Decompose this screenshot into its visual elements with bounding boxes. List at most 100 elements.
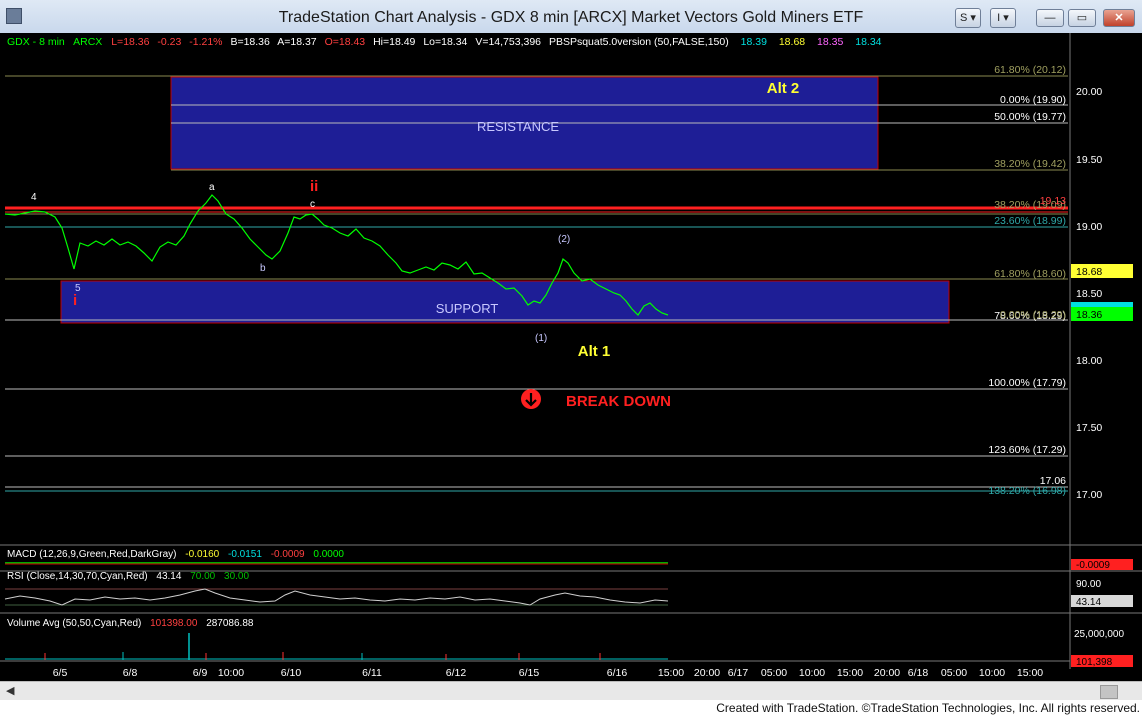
time-axis-label: 15:00 bbox=[837, 667, 863, 679]
macd-value-3: -0.0009 bbox=[271, 549, 305, 560]
rsi-axis-marker-label: 43.14 bbox=[1076, 597, 1101, 608]
study-value-2: 18.68 bbox=[779, 36, 805, 48]
volume-axis-label: 25,000,000 bbox=[1074, 629, 1124, 640]
time-axis-label: 20:00 bbox=[874, 667, 900, 679]
study-value-3: 18.35 bbox=[817, 36, 843, 48]
rsi-value-1: 43.14 bbox=[156, 571, 181, 582]
fib-label: 0.00% (19.90) bbox=[1000, 94, 1066, 106]
time-axis-label: 6/9 bbox=[193, 667, 208, 679]
price-axis-label: 17.00 bbox=[1076, 489, 1102, 501]
time-axis-label: 15:00 bbox=[658, 667, 684, 679]
macd-value-4: 0.0000 bbox=[313, 549, 344, 560]
time-axis-label: 10:00 bbox=[799, 667, 825, 679]
high-value: Hi=18.49 bbox=[373, 36, 415, 48]
price-axis-label: 18.50 bbox=[1076, 288, 1102, 300]
time-axis-label: 20:00 bbox=[694, 667, 720, 679]
time-axis-label: 6/18 bbox=[908, 667, 929, 679]
price-axis-label: 19.50 bbox=[1076, 154, 1102, 166]
wave-label-4: 4 bbox=[31, 192, 37, 203]
price-marker-lower-label: 18.36 bbox=[1076, 309, 1102, 321]
time-axis-label: 15:00 bbox=[1017, 667, 1043, 679]
wave-label-ii: ii bbox=[310, 178, 318, 195]
price-axis-label: 20.00 bbox=[1076, 86, 1102, 98]
time-axis-label: 6/5 bbox=[53, 667, 68, 679]
breakdown-arrow-icon bbox=[521, 389, 541, 409]
fib-label: 50.00% (19.77) bbox=[994, 111, 1066, 123]
macd-header: MACD (12,26,9,Green,Red,DarkGray) -0.016… bbox=[7, 549, 344, 560]
low-value: Lo=18.34 bbox=[423, 36, 467, 48]
rsi-series bbox=[4, 588, 669, 606]
price-mark-label: 17.06 bbox=[1040, 475, 1066, 487]
time-axis-label: 05:00 bbox=[761, 667, 787, 679]
wave-label-a: a bbox=[209, 182, 215, 193]
price-mark-label: 19.13 bbox=[1040, 195, 1066, 207]
study-label: PBSPsquat5.0version (50,FALSE,150) bbox=[549, 36, 729, 48]
wave-label-b: b bbox=[260, 263, 266, 274]
price-axis: 20.00 19.50 19.00 18.50 18.00 17.50 17.0… bbox=[1076, 86, 1102, 501]
footer-credit: Created with TradeStation. ©TradeStation… bbox=[716, 701, 1140, 715]
fib-label: 100.00% (17.79) bbox=[988, 377, 1066, 389]
volume-value-2: 287086.88 bbox=[206, 618, 254, 629]
symbol-label: GDX - 8 min bbox=[7, 36, 65, 48]
volume-value-1: 101398.00 bbox=[150, 618, 198, 629]
rsi-axis-label: 90.00 bbox=[1076, 579, 1101, 590]
volume-axis-marker-label: 101,398 bbox=[1076, 657, 1113, 668]
time-axis-label: 6/15 bbox=[519, 667, 540, 679]
wave-label-1: (1) bbox=[535, 333, 547, 344]
fib-label: 123.60% (17.29) bbox=[988, 444, 1066, 456]
volume-value: V=14,753,396 bbox=[475, 36, 541, 48]
fib-label: 61.80% (20.12) bbox=[994, 64, 1066, 76]
symbol-link-s-button[interactable]: S ▾ bbox=[955, 8, 981, 28]
change-value: -0.23 bbox=[157, 36, 181, 48]
fib-label: 0.00% (18.29) bbox=[1000, 309, 1066, 321]
fib-labels: 61.80% (20.12) 0.00% (19.90) 50.00% (19.… bbox=[988, 64, 1066, 497]
price-axis-label: 17.50 bbox=[1076, 422, 1102, 434]
macd-axis-marker-label: -0.0009 bbox=[1076, 560, 1110, 571]
horizontal-scrollbar[interactable]: ◀ bbox=[0, 681, 1142, 700]
wave-label-c: c bbox=[310, 199, 315, 210]
price-axis-label: 19.00 bbox=[1076, 221, 1102, 233]
alt2-label: Alt 2 bbox=[767, 80, 800, 97]
maximize-icon[interactable]: ▭ bbox=[1068, 9, 1096, 27]
volume-bars bbox=[5, 633, 668, 660]
chart-svg[interactable]: GDX - 8 min ARCX L=18.36 -0.23 -1.21% B=… bbox=[0, 33, 1142, 681]
time-axis: 6/5 6/8 6/9 10:00 6/10 6/11 6/12 6/15 6/… bbox=[53, 667, 1044, 679]
last-price: L=18.36 bbox=[111, 36, 149, 48]
rsi-value-3: 30.00 bbox=[224, 571, 249, 582]
open-value: O=18.43 bbox=[325, 36, 366, 48]
time-axis-label: 6/16 bbox=[607, 667, 628, 679]
time-axis-label: 10:00 bbox=[218, 667, 244, 679]
macd-value-2: -0.0151 bbox=[228, 549, 262, 560]
study-value-1: 18.39 bbox=[741, 36, 767, 48]
rsi-value-2: 70.00 bbox=[190, 571, 215, 582]
rsi-label: RSI (Close,14,30,70,Cyan,Red) bbox=[7, 571, 148, 582]
macd-value-1: -0.0160 bbox=[185, 549, 219, 560]
support-label: SUPPORT bbox=[436, 301, 499, 316]
header-info: GDX - 8 min ARCX L=18.36 -0.23 -1.21% B=… bbox=[7, 36, 882, 48]
time-axis-label: 6/8 bbox=[123, 667, 138, 679]
rsi-header: RSI (Close,14,30,70,Cyan,Red) 43.14 70.0… bbox=[7, 571, 249, 582]
price-marker-upper-label: 18.68 bbox=[1076, 266, 1102, 278]
exchange-label: ARCX bbox=[73, 36, 102, 48]
wave-label-i: i bbox=[73, 292, 77, 309]
bid-value: B=18.36 bbox=[230, 36, 270, 48]
time-axis-label: 6/12 bbox=[446, 667, 467, 679]
wave-label-2: (2) bbox=[558, 234, 570, 245]
fib-label: 61.80% (18.60) bbox=[994, 268, 1066, 280]
close-icon[interactable]: ✕ bbox=[1103, 9, 1135, 27]
alt1-label: Alt 1 bbox=[578, 343, 611, 360]
scroll-left-icon[interactable]: ◀ bbox=[6, 684, 14, 697]
time-axis-label: 10:00 bbox=[979, 667, 1005, 679]
scroll-thumb[interactable] bbox=[1100, 685, 1118, 699]
change-pct: -1.21% bbox=[189, 36, 222, 48]
time-axis-label: 05:00 bbox=[941, 667, 967, 679]
volume-label: Volume Avg (50,50,Cyan,Red) bbox=[7, 618, 141, 629]
macd-label: MACD (12,26,9,Green,Red,DarkGray) bbox=[7, 549, 177, 560]
minimize-icon[interactable]: — bbox=[1036, 9, 1064, 27]
symbol-link-i-button[interactable]: I ▾ bbox=[990, 8, 1016, 28]
time-axis-label: 6/11 bbox=[362, 667, 382, 679]
resistance-label: RESISTANCE bbox=[477, 119, 559, 134]
chart-area[interactable]: GDX - 8 min ARCX L=18.36 -0.23 -1.21% B=… bbox=[0, 33, 1142, 681]
support-box[interactable] bbox=[60, 280, 950, 324]
time-axis-label: 6/17 bbox=[728, 667, 749, 679]
